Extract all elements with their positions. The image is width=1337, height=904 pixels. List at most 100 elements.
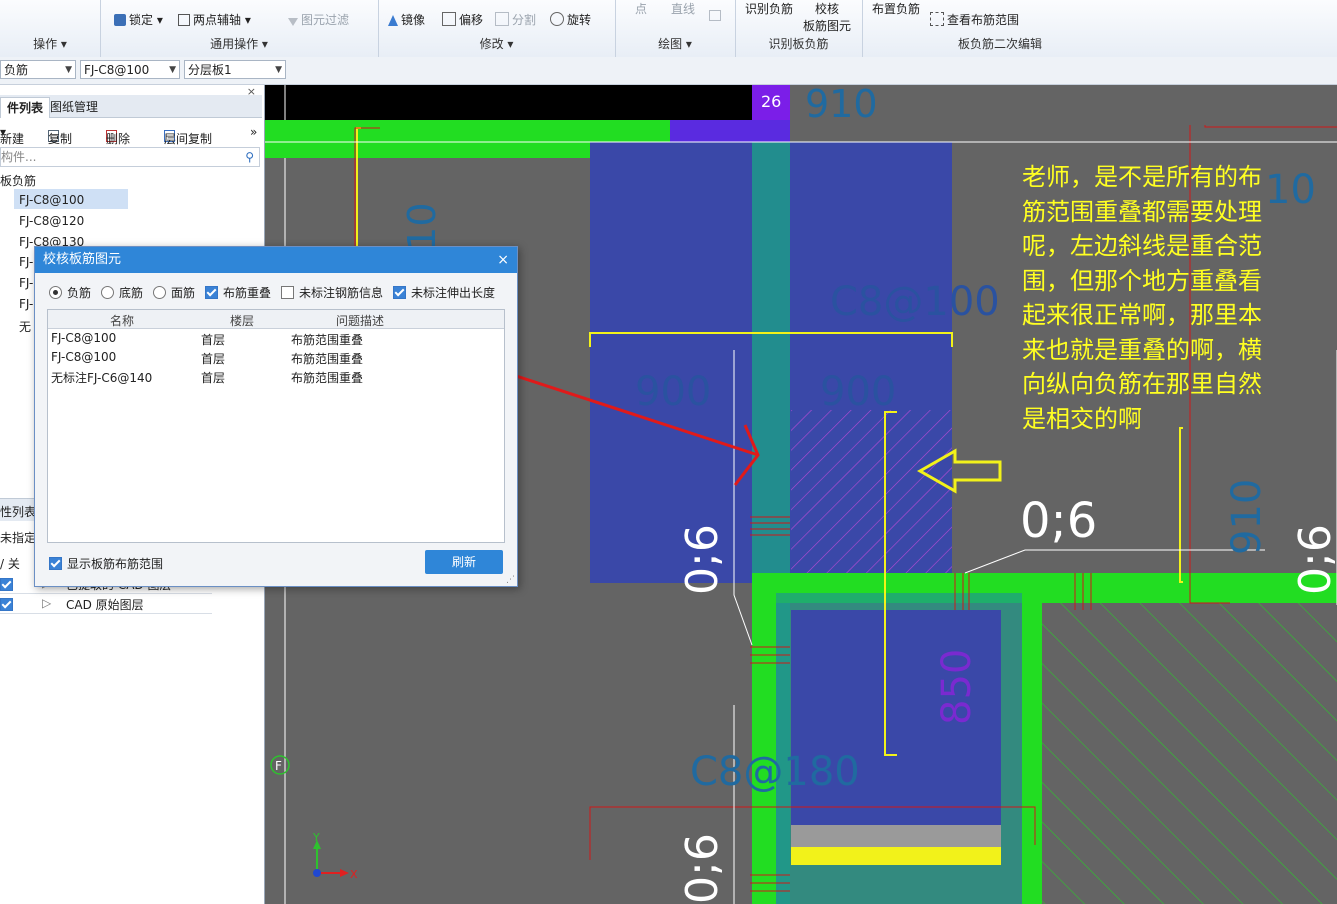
column-header-desc[interactable]: 问题描述 [336, 312, 384, 329]
ribbon-toolbar: 操作 ▾ 锁定 ▾ 两点辅轴 ▾ 图元过滤 通用操作 ▾ 镜像 偏移 分割 旋转… [0, 0, 1337, 58]
tree-item[interactable]: FJ- [19, 255, 33, 269]
new-button[interactable]: 新建 ▾ [0, 125, 24, 146]
cad-rebar-text: C8@180 [690, 749, 860, 795]
axis-icon [178, 14, 190, 26]
expand-icon[interactable]: ▷ [42, 596, 51, 610]
cad-label-06: 0;6 [1290, 524, 1337, 595]
cell-name: FJ-C8@100 [51, 350, 117, 364]
view-range-button[interactable]: 查看布筋范围 [930, 11, 1019, 28]
tree-item[interactable]: FJ-C8@120 [19, 214, 84, 228]
radio-icon[interactable] [101, 286, 114, 299]
radio-icon[interactable] [49, 286, 62, 299]
range-icon [930, 12, 944, 26]
checkbox-extension[interactable]: 未标注伸出长度 [393, 284, 495, 301]
panel-tabs: 件列表 图纸管理 [0, 95, 262, 118]
element-filter-button[interactable]: 图元过滤 [288, 11, 349, 28]
mirror-button[interactable]: 镜像 [388, 11, 425, 28]
checkbox-unlabeled[interactable]: 未标注钢筋信息 [281, 284, 383, 301]
spec-select[interactable]: FJ-C8@100 ▼ [80, 60, 180, 79]
recognize-neg-button[interactable]: 识别负筋 [745, 0, 793, 17]
checkbox-icon[interactable] [0, 578, 13, 591]
cad-dim-text: 900 [820, 369, 896, 415]
two-point-axis-button[interactable]: 两点辅轴 ▾ [178, 11, 251, 28]
overlap-hatch-region [791, 410, 952, 583]
checkbox-overlap[interactable]: 布筋重叠 [205, 284, 271, 301]
yellow-bracket-right [1179, 427, 1183, 583]
axis-y-label: Y [312, 831, 320, 844]
checkbox-show-range[interactable]: 显示板筋布筋范围 [49, 555, 163, 572]
refresh-button[interactable]: 刷新 [425, 550, 503, 574]
tab-drawing-manager[interactable]: 图纸管理 [44, 97, 104, 117]
panel-toolbar: 新建 ▾ 复制 删除 层间复制 » [0, 125, 258, 146]
radio-top[interactable]: 面筋 [153, 284, 195, 301]
split-icon [495, 12, 509, 26]
point-button[interactable]: 点 [635, 0, 647, 17]
ribbon-group-modify: 镜像 偏移 分割 旋转 修改 ▾ [378, 0, 616, 57]
mirror-icon [388, 15, 398, 26]
table-row[interactable]: 无标注FJ-C6@140 首层 布筋范围重叠 [48, 367, 504, 386]
green-wall-left [752, 583, 776, 904]
type-select[interactable]: 负筋 ▼ [0, 60, 76, 79]
radio-icon[interactable] [153, 286, 166, 299]
black-band [265, 85, 752, 120]
table-row[interactable]: FJ-C8@100 首层 布筋范围重叠 [48, 348, 504, 367]
radio-bottom[interactable]: 底筋 [101, 284, 143, 301]
split-button[interactable]: 分割 [495, 11, 536, 28]
cell-desc: 布筋范围重叠 [291, 371, 364, 385]
cad-rebar-text: C8@100 [830, 279, 1000, 325]
rotate-button[interactable]: 旋转 [550, 11, 591, 28]
tree-item[interactable]: 无 [19, 318, 31, 335]
place-neg-button[interactable]: 布置负筋 [872, 0, 920, 17]
dialog-titlebar[interactable]: 校核板筋图元 × [35, 247, 517, 273]
column-header-floor[interactable]: 楼层 [230, 312, 254, 329]
group-label-operate: 操作 [33, 37, 58, 51]
tree-item[interactable]: FJ- [19, 276, 33, 290]
check-button[interactable]: 校核 [815, 0, 839, 17]
tree-item[interactable]: FJ- [19, 297, 33, 311]
layer-select[interactable]: 分层板1 ▼ [184, 60, 286, 79]
cad-label-06: 0;6 [1020, 493, 1097, 549]
yellow-band [791, 847, 1001, 865]
layer-row[interactable]: ▷ CAD 原始图层 [0, 594, 212, 614]
tree-root[interactable]: 板负筋 [0, 172, 36, 189]
component-search-input[interactable]: 构件... ⚲ [0, 147, 260, 167]
cad-dim-text: 910 [805, 85, 878, 126]
ribbon-group-secondary: 布置负筋 查看布筋范围 板负筋二次编辑 [862, 0, 1102, 57]
checkbox-icon[interactable] [393, 286, 406, 299]
cell-desc: 布筋范围重叠 [291, 333, 364, 347]
resize-grip-icon[interactable]: ⋰ [506, 575, 515, 585]
layer-name: CAD 原始图层 [66, 598, 144, 612]
radio-negative[interactable]: 负筋 [49, 284, 91, 301]
ribbon-group-common: 锁定 ▾ 两点辅轴 ▾ 图元过滤 通用操作 ▾ [100, 0, 379, 57]
line-button[interactable]: 直线 [671, 0, 695, 17]
table-row[interactable]: FJ-C8@100 首层 布筋范围重叠 [48, 329, 504, 348]
rect-draw-icon[interactable] [709, 10, 721, 21]
offset-icon [442, 12, 456, 26]
checkbox-icon[interactable] [205, 286, 218, 299]
axis-f-label: F [275, 759, 282, 773]
dialog-title: 校核板筋图元 [43, 252, 122, 267]
column-header-name[interactable]: 名称 [110, 312, 134, 329]
tab-component-list[interactable]: 件列表 [0, 97, 51, 118]
cell-name: FJ-C8@100 [51, 331, 117, 345]
result-table: 名称 楼层 问题描述 FJ-C8@100 首层 布筋范围重叠 FJ-C8@100… [47, 309, 505, 543]
chevron-down-icon: ▼ [275, 65, 282, 75]
lock-button[interactable]: 锁定 ▾ [114, 11, 163, 28]
question-text: 老师，是不是所有的布筋范围重叠都需要处理呢，左边斜线是重合范围，但那个地方重叠看… [1022, 163, 1262, 433]
group-label-common: 通用操作 [210, 37, 259, 51]
more-icon[interactable]: » [250, 125, 257, 139]
cad-dim-text: 900 [635, 369, 711, 415]
tab-properties[interactable]: 性列表 [0, 503, 36, 520]
check-button-line2[interactable]: 板筋图元 [803, 17, 851, 34]
cad-label-06: 0;6 [677, 524, 728, 595]
checkbox-icon[interactable] [49, 557, 62, 570]
tree-item[interactable]: FJ-C8@100 [19, 193, 84, 207]
green-hatch [1042, 603, 1337, 904]
checkbox-icon[interactable] [0, 598, 13, 611]
checkbox-icon[interactable] [281, 286, 294, 299]
cad-label-06: 0;6 [677, 833, 728, 904]
close-icon[interactable]: × [497, 247, 509, 273]
search-icon: ⚲ [245, 150, 254, 164]
offset-button[interactable]: 偏移 [442, 11, 483, 28]
lock-icon [114, 14, 126, 26]
